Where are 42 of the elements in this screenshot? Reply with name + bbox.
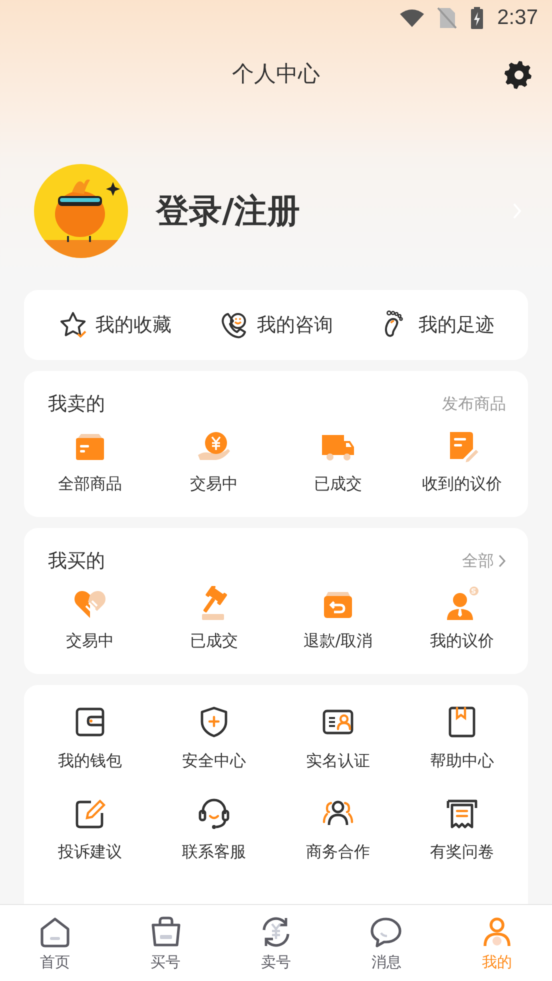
settings-button[interactable] (504, 60, 534, 90)
tab[interactable]: 买号 (110, 905, 221, 981)
order-shortcut[interactable]: 全部商品 (28, 423, 152, 501)
quick-link[interactable]: 我的收藏 (58, 310, 172, 340)
shopping-bag-icon (148, 914, 183, 948)
order-shortcut[interactable]: 交易中 (152, 423, 276, 501)
service-shortcut[interactable]: 投诉建议 (28, 790, 152, 869)
order-shortcut[interactable]: 收到的议价 (400, 423, 524, 501)
page-title: 个人中心 (232, 61, 320, 89)
order-shortcut[interactable]: 我的议价 (400, 580, 524, 658)
person-icon (444, 586, 480, 622)
phone-icon (218, 310, 249, 340)
service-shortcut[interactable]: 帮助中心 (400, 699, 524, 778)
quick-link[interactable]: 我的足迹 (380, 310, 494, 340)
order-shortcut[interactable]: 已成交 (152, 580, 276, 658)
order-shortcut[interactable]: 退款/取消 (276, 580, 400, 658)
service-shortcut[interactable]: 安全中心 (152, 699, 276, 778)
order-shortcut[interactable]: 已成交 (276, 423, 400, 501)
service-shortcut[interactable]: 商务合作 (276, 790, 400, 869)
section-title: 我买的 (48, 549, 105, 574)
service-shortcut[interactable]: 实名认证 (276, 699, 400, 778)
login-link[interactable]: 登录/注册 (156, 188, 484, 234)
headset-icon (197, 796, 231, 830)
service-shortcut[interactable]: 联系客服 (152, 790, 276, 869)
settings-icon (504, 60, 534, 90)
tab[interactable]: 首页 (0, 905, 110, 981)
home-icon (38, 914, 72, 948)
quick-link[interactable]: 我的咨询 (218, 310, 333, 340)
battery-icon (469, 6, 486, 30)
service-shortcut[interactable]: 有奖问卷 (400, 790, 524, 869)
tab[interactable]: 消息 (331, 905, 442, 981)
wifi-icon (399, 8, 426, 28)
tab[interactable]: 卖号 (220, 905, 332, 981)
wallet-icon (73, 705, 107, 739)
status-time: 2:37 (497, 6, 538, 30)
service-shortcut[interactable]: 我的钱包 (28, 699, 152, 778)
order-shortcut[interactable]: 交易中 (28, 580, 152, 658)
star-icon (58, 310, 88, 340)
chevron-right-icon (498, 554, 506, 568)
chat-icon (369, 914, 404, 948)
section-title: 我卖的 (48, 392, 105, 417)
no-sim-icon (437, 6, 458, 30)
